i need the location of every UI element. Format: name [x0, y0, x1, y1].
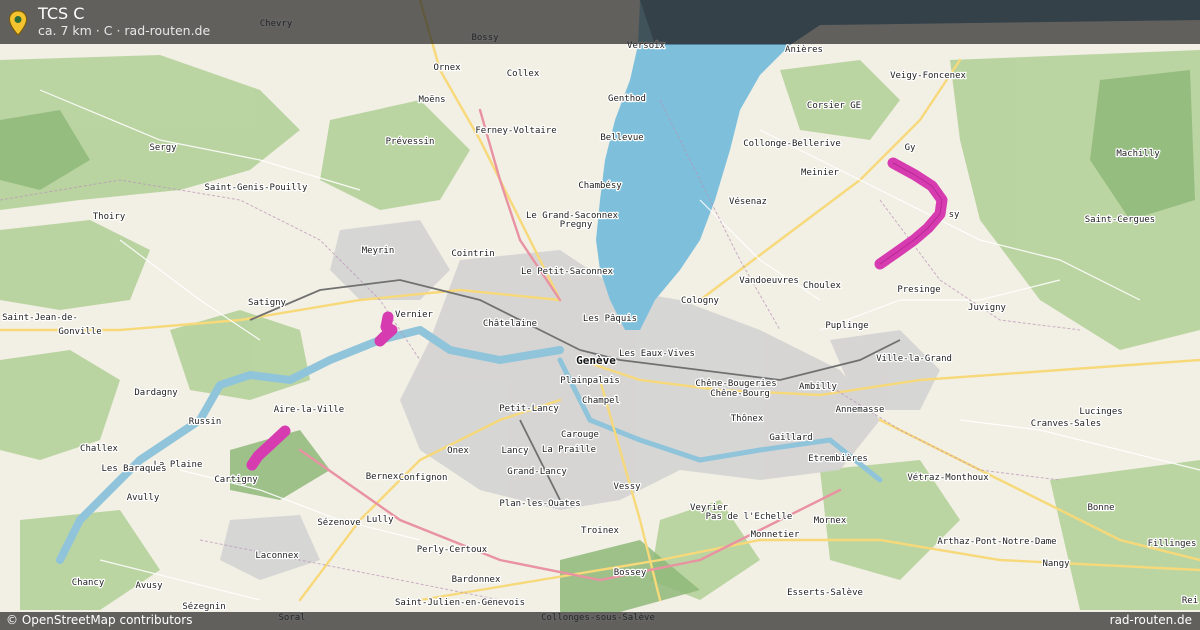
place-label-lancy: Lancy	[501, 446, 529, 456]
place-label-cologny: Cologny	[681, 296, 720, 306]
brand-link[interactable]: rad-routen.de	[1110, 613, 1192, 627]
place-label-presinge: Presinge	[897, 285, 940, 295]
place-label-challex: Challex	[80, 444, 119, 454]
place-label-eauxvives: Les Eaux-Vives	[619, 349, 695, 359]
place-label-russin: Russin	[189, 417, 222, 427]
place-label-pregny: Pregny	[560, 220, 593, 230]
place-label-avully: Avully	[127, 493, 160, 503]
header-bar: TCS C ca. 7 km · C · rad-routen.de	[0, 0, 1200, 44]
place-label-bernex: Bernex	[366, 472, 399, 482]
place-label-veigy: Veigy-Foncenex	[890, 71, 966, 81]
place-label-villelagrand: Ville-la-Grand	[876, 354, 952, 364]
place-label-ornex: Ornex	[433, 63, 461, 73]
place-label-arthaz: Arthaz-Pont-Notre-Dame	[937, 537, 1056, 547]
place-label-chenebougeries: Chêne-Bougeries	[695, 378, 776, 389]
place-label-gaillard: Gaillard	[769, 433, 812, 443]
place-label-satigny: Satigny	[248, 298, 287, 308]
place-label-bardonnex: Bardonnex	[452, 575, 501, 585]
place-label-lucinges: Lucinges	[1079, 407, 1122, 417]
place-label-vernier: Vernier	[395, 310, 434, 320]
route-segment-vernier	[374, 311, 398, 347]
place-label-puplinge: Puplinge	[825, 321, 868, 331]
place-label-avusy: Avusy	[135, 581, 163, 591]
place-label-moens: Moëns	[418, 95, 445, 105]
place-label-gy: Gy	[905, 143, 916, 153]
place-label-vandoeuvres: Vandoeuvres	[739, 276, 799, 286]
footer-bar: © OpenStreetMap contributors rad-routen.…	[0, 612, 1200, 630]
place-label-lapraille: La Praille	[542, 445, 596, 455]
place-label-sergy: Sergy	[149, 143, 177, 153]
place-label-stjean: Saint-Jean-de-	[2, 313, 78, 323]
place-label-chatelaine: Châtelaine	[483, 319, 537, 329]
route-title: TCS C	[38, 4, 85, 23]
place-label-vesenaz: Vésenaz	[729, 196, 767, 207]
place-label-lully: Lully	[366, 515, 394, 525]
place-label-thoiry: Thoiry	[93, 212, 126, 222]
place-label-stjulien: Saint-Julien-en-Genevois	[395, 598, 525, 608]
route-subtitle: ca. 7 km · C · rad-routen.de	[38, 23, 211, 38]
place-label-chapel: Champel	[582, 396, 620, 406]
place-label-essert: Esserts-Salève	[787, 587, 863, 598]
place-label-gonville: Gonville	[58, 327, 101, 337]
place-label-stcergues: Saint-Cergues	[1085, 215, 1155, 225]
place-label-nangy: Nangy	[1042, 559, 1070, 569]
place-label-planlesouates: Plan-les-Ouates	[499, 499, 580, 509]
place-label-confignon: Confignon	[399, 473, 448, 483]
place-label-chenebourg: Chêne-Bourg	[710, 388, 770, 399]
place-label-petitsaconnex: Le Petit-Saconnex	[521, 267, 614, 277]
map-canvas[interactable]: ChevryBossyVersoixAnièresOrnexCollexVeig…	[0, 0, 1200, 630]
place-label-fillinges: Fillinges	[1148, 539, 1197, 549]
place-label-genthod: Genthod	[608, 94, 646, 104]
place-label-reignier: Rei	[1182, 596, 1198, 606]
place-label-sgp: Saint-Genis-Pouilly	[205, 183, 309, 193]
place-label-laconnex: Laconnex	[255, 551, 299, 561]
place-label-onex: Onex	[447, 446, 469, 456]
place-label-ambilly: Ambilly	[799, 382, 838, 392]
place-label-juvigny: Juvigny	[968, 303, 1007, 313]
place-label-meinier: Meinier	[801, 168, 840, 178]
place-label-vessy: Vessy	[613, 482, 641, 492]
place-label-vetraz: Vétraz-Monthoux	[907, 472, 989, 483]
osm-attribution[interactable]: © OpenStreetMap contributors	[6, 613, 192, 627]
place-label-bellevue: Bellevue	[600, 133, 643, 143]
location-pin-icon	[8, 10, 28, 36]
place-label-etrembieres: Etrembières	[808, 453, 868, 464]
place-label-chambesy: Chambésy	[578, 180, 622, 191]
place-label-collex: Collex	[507, 69, 540, 79]
place-label-collonge: Collonge-Bellerive	[743, 139, 841, 149]
place-label-ferney: Ferney-Voltaire	[475, 126, 556, 136]
place-label-perly: Perly-Certoux	[417, 545, 488, 555]
place-label-sezegnin: Sézegnin	[182, 601, 225, 612]
place-label-corsier: Corsier GE	[807, 101, 861, 111]
place-label-airelaville: Aire-la-Ville	[274, 405, 344, 415]
place-label-anieres: Anières	[785, 44, 823, 55]
place-label-mornex: Mornex	[814, 516, 847, 526]
place-label-choulex: Choulex	[803, 281, 842, 291]
place-label-monnetier: Monnetier	[751, 530, 800, 540]
place-label-lespaquis: Les Pâquis	[583, 314, 637, 324]
place-label-troinex: Troinex	[581, 526, 620, 536]
place-label-bonne: Bonne	[1087, 503, 1114, 513]
place-label-thonex: Thônex	[731, 413, 764, 424]
place-label-bossy2: Bossey	[614, 568, 647, 578]
place-label-dardagny: Dardagny	[134, 388, 178, 398]
place-label-carouge: Carouge	[561, 430, 599, 440]
place-label-cointrin: Cointrin	[451, 249, 494, 259]
place-label-meyrin: Meyrin	[362, 246, 395, 256]
place-label-chancy: Chancy	[72, 578, 105, 588]
place-label-sezenove: Sézenove	[317, 517, 360, 528]
place-label-grandlancy: Grand-Lancy	[507, 467, 567, 477]
place-label-lesbaraques: Les Baraques	[101, 464, 166, 474]
place-label-geneve: Genève	[576, 354, 616, 367]
place-label-petitlancy: Petit-Lancy	[499, 404, 559, 414]
place-label-cartigny: Cartigny	[214, 475, 258, 485]
place-label-prevessin: Prévessin	[386, 136, 435, 147]
place-label-pasdelechelle: Pas de l'Echelle	[706, 512, 793, 522]
place-label-plainpalais: Plainpalais	[560, 376, 620, 386]
place-label-machilly: Machilly	[1116, 149, 1160, 159]
place-label-cranves: Cranves-Sales	[1031, 419, 1101, 429]
place-label-annemasse: Annemasse	[836, 405, 885, 415]
place-label-jussy: sy	[949, 210, 960, 220]
